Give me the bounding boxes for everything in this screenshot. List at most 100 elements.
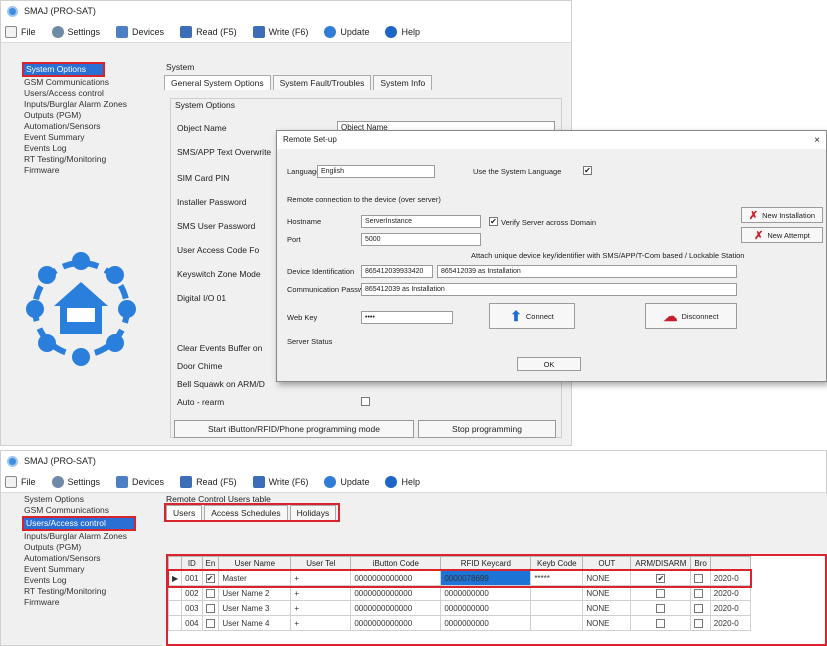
table-row[interactable]: 004 User Name 4 + 0000000000000 00000000…: [168, 615, 751, 631]
table-row[interactable]: 002 User Name 2 + 0000000000000 00000000…: [168, 585, 751, 601]
ok-button[interactable]: OK: [517, 357, 581, 371]
cell-date[interactable]: 2020-0: [709, 585, 751, 601]
tab-general-system-options[interactable]: General System Options: [164, 75, 271, 90]
cell-rfid[interactable]: 0000000000: [440, 600, 532, 616]
arm-checkbox[interactable]: [656, 588, 666, 598]
column-header[interactable]: User Tel: [290, 556, 352, 571]
cell-rfid[interactable]: 0000078699: [440, 570, 532, 586]
cell-out[interactable]: NONE: [582, 585, 632, 601]
hostname-input[interactable]: ServerInstance: [361, 215, 481, 228]
table-row[interactable]: 003 User Name 3 + 0000000000000 00000000…: [168, 600, 751, 616]
start-programming-button[interactable]: Start iButton/RFID/Phone programming mod…: [174, 420, 414, 438]
sidebar-item-firmware[interactable]: Firmware: [22, 165, 154, 176]
app-key-input[interactable]: ••••: [361, 311, 453, 324]
cell-date[interactable]: 2020-0: [709, 615, 751, 631]
cell-keyb[interactable]: *****: [530, 570, 584, 586]
enabled-checkbox[interactable]: ✔: [205, 573, 215, 583]
cell-arm[interactable]: [630, 600, 692, 616]
sidebar-item-event-summary[interactable]: Event Summary: [22, 132, 154, 143]
menu-settings[interactable]: Settings: [51, 475, 100, 488]
sidebar-item-outputs[interactable]: Outputs (PGM): [22, 542, 154, 553]
cell-keyb[interactable]: [530, 615, 584, 631]
menu-file[interactable]: File: [5, 475, 36, 488]
sidebar-item-gsm[interactable]: GSM Communications: [22, 505, 154, 516]
cell-enabled[interactable]: ✔: [201, 570, 220, 586]
sidebar-item-events-log[interactable]: Events Log: [22, 575, 154, 586]
cell-keyb[interactable]: [530, 585, 584, 601]
cell-bro[interactable]: [690, 615, 711, 631]
menu-devices[interactable]: Devices: [116, 25, 164, 38]
cell-bro[interactable]: [690, 585, 711, 601]
sidebar-item-firmware[interactable]: Firmware: [22, 597, 154, 608]
table-row[interactable]: ▶ 001 ✔ Master + 0000000000000 000007869…: [168, 568, 753, 588]
sidebar-item-rt-testing[interactable]: RT Testing/Monitoring: [22, 154, 154, 165]
menu-update[interactable]: Update: [324, 475, 369, 488]
menu-help[interactable]: Help: [385, 25, 420, 38]
column-header[interactable]: Keyb Code: [530, 556, 584, 571]
cell-arm[interactable]: [630, 585, 692, 601]
bro-checkbox[interactable]: [694, 588, 704, 598]
cell-user-name[interactable]: Master: [218, 570, 292, 586]
cell-arm[interactable]: [630, 615, 692, 631]
cell-user-name[interactable]: User Name 3: [218, 600, 292, 616]
menu-read[interactable]: Read (F5): [180, 475, 237, 488]
bro-checkbox[interactable]: [694, 603, 704, 613]
sidebar-item-gsm[interactable]: GSM Communications: [22, 77, 154, 88]
auto-rearm-checkbox[interactable]: [361, 397, 370, 406]
cell-enabled[interactable]: [201, 615, 220, 631]
tab-holidays[interactable]: Holidays: [289, 505, 337, 520]
enabled-checkbox[interactable]: [205, 618, 215, 628]
menu-settings[interactable]: Settings: [51, 25, 100, 38]
cell-user-tel[interactable]: +: [290, 570, 352, 586]
cell-out[interactable]: NONE: [582, 600, 632, 616]
cell-user-name[interactable]: User Name 2: [218, 585, 292, 601]
device-name-input[interactable]: 865412039 as Installation: [361, 283, 737, 296]
port-input[interactable]: 5000: [361, 233, 481, 246]
cell-bro[interactable]: [690, 600, 711, 616]
column-header[interactable]: ARM/DISARM: [630, 556, 692, 571]
menu-devices[interactable]: Devices: [116, 475, 164, 488]
sidebar-item-inputs[interactable]: Inputs/Burglar Alarm Zones: [22, 531, 154, 542]
column-header[interactable]: ID: [181, 556, 203, 571]
column-header[interactable]: En: [201, 556, 220, 571]
menu-write[interactable]: Write (F6): [252, 25, 308, 38]
cell-arm[interactable]: ✔: [630, 570, 692, 586]
cell-out[interactable]: NONE: [582, 615, 632, 631]
sidebar-item-users[interactable]: Users/Access control: [22, 516, 136, 531]
enabled-checkbox[interactable]: [205, 603, 215, 613]
column-header[interactable]: RFID Keycard: [440, 556, 532, 571]
cell-keyb[interactable]: [530, 600, 584, 616]
cell-enabled[interactable]: [201, 585, 220, 601]
tab-users[interactable]: Users: [166, 505, 203, 520]
sidebar-item-automation[interactable]: Automation/Sensors: [22, 121, 154, 132]
sidebar-item-automation[interactable]: Automation/Sensors: [22, 553, 154, 564]
cell-id[interactable]: 002: [181, 585, 203, 601]
arm-checkbox[interactable]: [656, 618, 666, 628]
column-header[interactable]: [709, 556, 751, 571]
device-id-select[interactable]: 865412039 as Installation: [437, 265, 737, 278]
cell-user-tel[interactable]: +: [290, 600, 352, 616]
cell-ibutton[interactable]: 0000000000000: [350, 585, 442, 601]
new-attempt-button[interactable]: ✗ New Attempt: [741, 227, 823, 243]
arm-checkbox[interactable]: ✔: [656, 573, 666, 583]
tab-system-info[interactable]: System Info: [373, 75, 433, 90]
cell-id[interactable]: 004: [181, 615, 203, 631]
cell-bro[interactable]: [690, 570, 711, 586]
menu-write[interactable]: Write (F6): [252, 475, 308, 488]
tab-access-schedules[interactable]: Access Schedules: [204, 505, 288, 520]
sidebar-item-inputs[interactable]: Inputs/Burglar Alarm Zones: [22, 99, 154, 110]
cell-id[interactable]: 001: [181, 570, 203, 586]
cell-ibutton[interactable]: 0000000000000: [350, 570, 442, 586]
language-select[interactable]: English: [317, 165, 435, 178]
column-header[interactable]: Bro: [690, 556, 711, 571]
device-id-input[interactable]: 865412039933420: [361, 265, 433, 278]
cell-ibutton[interactable]: 0000000000000: [350, 615, 442, 631]
disconnect-button[interactable]: ☁ Disconnect: [645, 303, 737, 329]
cell-user-name[interactable]: User Name 4: [218, 615, 292, 631]
sidebar-item-users[interactable]: Users/Access control: [22, 88, 154, 99]
enabled-checkbox[interactable]: [205, 588, 215, 598]
bro-checkbox[interactable]: [694, 573, 704, 583]
menu-update[interactable]: Update: [324, 25, 369, 38]
sidebar-item-outputs[interactable]: Outputs (PGM): [22, 110, 154, 121]
cell-user-tel[interactable]: +: [290, 585, 352, 601]
